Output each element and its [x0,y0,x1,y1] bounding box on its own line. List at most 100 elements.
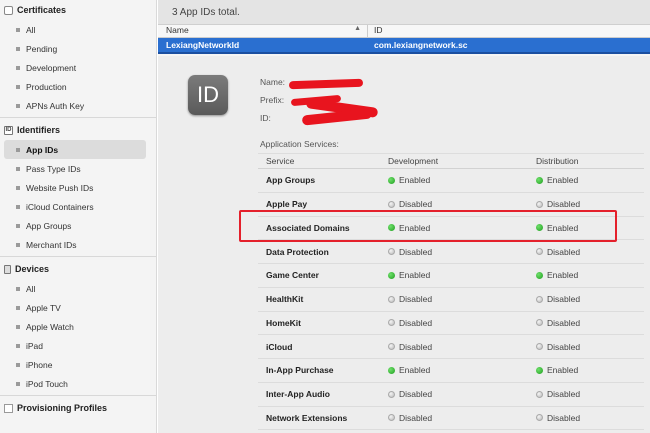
services-title: Application Services: [260,139,339,149]
service-name: Network Extensions [266,412,348,423]
development-status: Disabled [388,294,536,304]
sidebar-item-icloud-containers[interactable]: iCloud Containers [0,197,156,216]
sidebar-item-devices-all[interactable]: All [0,279,156,298]
column-name-header[interactable]: Name ▲ [158,25,368,37]
bullet-icon [16,305,20,310]
bullet-icon [16,343,20,348]
list-header: Name ▲ ID [158,25,650,38]
enabled-dot-icon [388,176,395,184]
sidebar-item-apns-auth-key[interactable]: APNs Auth Key [0,96,156,115]
selected-app-id-row[interactable]: LexiangNetworkId com.lexiangnetwork.sc [158,38,650,52]
sidebar-item-label: Production [26,81,67,92]
status-label: Disabled [547,389,581,400]
service-name: App Groups [266,175,316,186]
devices-title: Devices [15,264,50,274]
bullet-icon [16,27,20,32]
sidebar-item-iphone[interactable]: iPhone [0,355,156,374]
status-label: Disabled [547,317,581,328]
service-name: Game Center [266,270,319,281]
development-status: Disabled [388,247,536,257]
provisioning-title: Provisioning Profiles [17,403,108,413]
development-status: Disabled [388,413,536,423]
sidebar-item-merchant-ids[interactable]: Merchant IDs [0,235,156,254]
disabled-dot-icon [536,390,543,398]
sidebar-item-label: Website Push IDs [26,182,94,193]
service-row: HealthKit Disabled Disabled [258,288,644,312]
column-id-header[interactable]: ID [368,25,383,37]
services-rows: App Groups Enabled Enabled Apple Pay Disable… [258,169,644,431]
bullet-icon [16,242,20,247]
service-name: Inter-App Audio [266,389,330,400]
disabled-dot-icon [388,343,395,351]
sidebar-item-label: All [26,24,36,35]
distribution-status: Disabled [536,247,644,257]
bullet-icon [16,166,20,171]
sidebar-item-app-groups[interactable]: App Groups [0,216,156,235]
sidebar-item-apple-tv[interactable]: Apple TV [0,298,156,317]
status-label: Disabled [399,294,433,305]
service-row: Inter-App Audio Disabled Disabled [258,383,644,407]
bullet-icon [16,204,20,209]
service-row: In-App Purchase Enabled Enabled [258,359,644,383]
status-label: Disabled [399,199,433,210]
status-label: Disabled [547,246,581,257]
sidebar-item-label: App Groups [26,220,72,231]
disabled-dot-icon [536,248,543,256]
divider [0,256,156,257]
distribution-column-header: Distribution [536,156,579,166]
sidebar-item-pass-type-ids[interactable]: Pass Type IDs [0,159,156,178]
sidebar-item-apple-watch[interactable]: Apple Watch [0,317,156,336]
bullet-icon [16,223,20,228]
enabled-dot-icon [536,176,543,184]
provisioning-header[interactable]: Provisioning Profiles [0,398,156,418]
bullet-icon [16,185,20,190]
certificate-icon [4,5,13,15]
distribution-status: Disabled [536,199,644,209]
disabled-dot-icon [536,295,543,303]
sidebar-item-website-push-ids[interactable]: Website Push IDs [0,178,156,197]
sidebar-item-ipad[interactable]: iPad [0,336,156,355]
sidebar-item-development[interactable]: Development [0,58,156,77]
sidebar-item-label: Apple Watch [26,321,74,332]
distribution-status: Enabled [536,270,644,280]
id-label: ID: [260,113,271,123]
sidebar-item-label: iPhone [26,359,53,370]
app-id-name: LexiangNetworkId [166,40,240,50]
disabled-dot-icon [536,319,543,327]
status-label: Enabled [399,270,431,281]
disabled-dot-icon [388,248,395,256]
app-id-bundle: com.lexiangnetwork.sc [374,40,468,50]
sort-ascending-icon: ▲ [354,25,361,32]
status-label: Enabled [547,175,579,186]
sidebar-item-ipod-touch[interactable]: iPod Touch [0,374,156,393]
distribution-status: Disabled [536,294,644,304]
selection-border [158,52,650,54]
development-status: Disabled [388,318,536,328]
disabled-dot-icon [536,343,543,351]
disabled-dot-icon [388,414,395,422]
redaction-mark [301,108,373,126]
bullet-icon [16,324,20,329]
status-label: Disabled [547,341,581,352]
development-status: Enabled [388,175,536,185]
sidebar-item-certificates-all[interactable]: All [0,20,156,39]
enabled-dot-icon [536,366,543,374]
distribution-status: Enabled [536,175,644,185]
bullet-icon [16,103,20,108]
sidebar-item-pending[interactable]: Pending [0,39,156,58]
distribution-status: Disabled [536,389,644,399]
distribution-status: Disabled [536,413,644,423]
sidebar-item-app-ids[interactable]: App IDs [4,140,146,159]
name-label: Name: [260,77,286,87]
sidebar-item-label: Pending [26,43,58,54]
device-icon [4,264,11,274]
sidebar-item-production[interactable]: Production [0,77,156,96]
status-label: Disabled [399,317,433,328]
service-column-header: Service [266,156,295,166]
development-status: Enabled [388,270,536,280]
service-name: Data Protection [266,246,329,257]
status-label: Disabled [399,246,433,257]
disabled-dot-icon [388,295,395,303]
service-name: Apple Pay [266,199,308,210]
disabled-dot-icon [388,390,395,398]
